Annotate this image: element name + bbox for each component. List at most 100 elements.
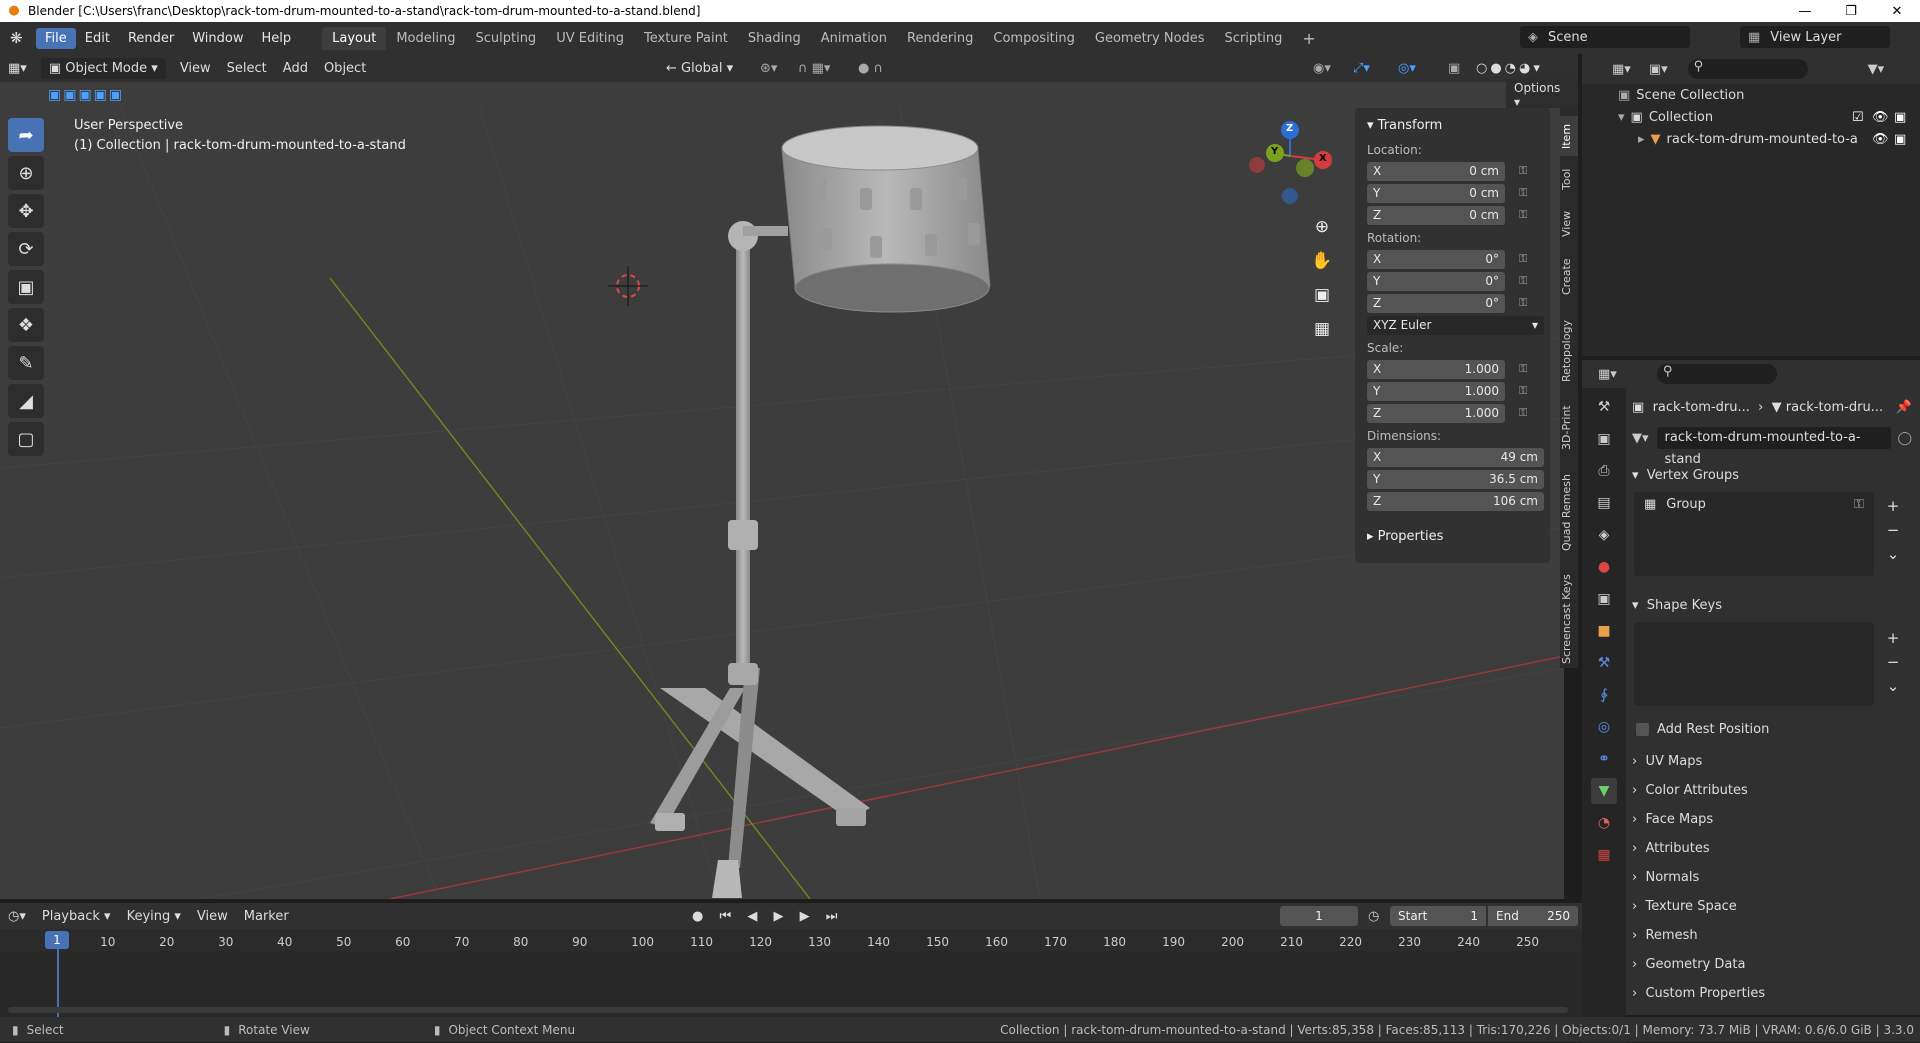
geometry-data-header[interactable]: › Geometry Data — [1632, 951, 1910, 977]
normals-header[interactable]: › Normals — [1632, 864, 1910, 890]
scene-tab-icon[interactable]: ◈ — [1591, 522, 1617, 548]
color-attributes-header[interactable]: › Color Attributes — [1632, 777, 1910, 803]
timeline-area[interactable]: 10 20 30 40 50 60 70 80 90 100 110 120 130 140 150 160 1… — [0, 929, 1582, 1017]
record-icon[interactable]: ● — [692, 909, 709, 924]
world-tab-icon[interactable]: ● — [1591, 554, 1617, 580]
scale-z-field[interactable]: Z 1.000 — [1367, 403, 1505, 423]
modifier-tab-icon[interactable]: ⚒ — [1591, 650, 1617, 676]
tab-uv-editing[interactable]: UV Editing — [546, 27, 634, 50]
lock-icon[interactable]: ⚿ — [1519, 252, 1533, 266]
zoom-icon[interactable]: ⊕ — [1308, 210, 1336, 244]
lock-icon[interactable]: ⚿ — [1519, 362, 1533, 376]
mode-dropdown[interactable]: ▣ Object Mode ▾ — [40, 57, 166, 79]
remove-shape-key-button[interactable]: − — [1882, 650, 1904, 674]
mesh-name-field[interactable]: rack-tom-drum-mounted-to-a-stand — [1656, 427, 1892, 467]
mesh-data-tab-icon[interactable]: ▼ — [1591, 778, 1617, 804]
next-keyframe-icon[interactable]: ▶ — [800, 909, 816, 924]
outliner-search-input[interactable]: ⚲ — [1687, 59, 1808, 79]
dimensions-y-field[interactable]: Y 36.5 cm — [1367, 469, 1544, 489]
render-tab-icon[interactable]: ▣ — [1591, 426, 1617, 452]
close-button[interactable]: ✕ — [1874, 0, 1920, 22]
outliner-row-scene-collection[interactable]: ▣ Scene Collection — [1582, 84, 1920, 106]
eye-icon[interactable]: 👁 — [1872, 132, 1889, 147]
rack-tom-drum-model[interactable] — [781, 125, 991, 313]
remove-vertex-group-button[interactable]: − — [1882, 518, 1904, 542]
3d-viewport[interactable]: Z X Y User Perspective (1) Collection | … — [0, 108, 1564, 899]
drum-stand-model[interactable] — [650, 221, 870, 898]
lock-icon[interactable]: ⚿ — [1519, 274, 1533, 288]
timeline-menu-playback[interactable]: Playback ▾ — [34, 906, 119, 927]
material-tab-icon[interactable]: ◔ — [1591, 810, 1617, 836]
options-dropdown[interactable]: Options ▾ — [1506, 79, 1578, 111]
particles-tab-icon[interactable]: ∲ — [1591, 682, 1617, 708]
checkbox-icon[interactable]: ☑ — [1852, 110, 1864, 125]
timeline-editor-icon[interactable]: ◷▾ — [0, 906, 34, 927]
expand-arrow-icon[interactable]: ▸ — [1638, 132, 1645, 147]
camera-view-icon[interactable]: ▣ — [1308, 278, 1336, 312]
viewport-menu-add[interactable]: Add — [275, 58, 316, 79]
lock-icon[interactable]: ⚿ — [1519, 296, 1533, 310]
transform-orientation-dropdown[interactable]: ← Global ▾ — [658, 58, 741, 79]
lock-icon[interactable]: ⚿ — [1519, 384, 1533, 398]
shape-keys-header[interactable]: ▾ Shape Keys — [1632, 592, 1910, 618]
start-frame-field[interactable]: Start 1 — [1390, 906, 1486, 926]
scale-y-field[interactable]: Y 1.000 — [1367, 381, 1505, 401]
select-box-tool-icon[interactable]: ➦ — [8, 118, 44, 152]
scale-x-field[interactable]: X 1.000 — [1367, 359, 1505, 379]
clock-icon[interactable]: ◷ — [1368, 909, 1379, 924]
properties-search-input[interactable]: ⚲ — [1656, 364, 1777, 384]
cursor-tool-icon[interactable]: ⊕ — [8, 156, 44, 190]
object-tab-icon[interactable]: ■ — [1591, 618, 1617, 644]
vertex-groups-header[interactable]: ▾ Vertex Groups — [1632, 462, 1910, 488]
tab-rendering[interactable]: Rendering — [897, 27, 983, 50]
view-layer-tab-icon[interactable]: ▤ — [1591, 490, 1617, 516]
remesh-header[interactable]: › Remesh — [1632, 922, 1910, 948]
location-y-field[interactable]: Y0 cm — [1367, 183, 1505, 203]
lock-icon[interactable]: ⚿ — [1519, 186, 1533, 200]
sidebar-tab-screencast-keys[interactable]: Screencast Keys — [1560, 570, 1578, 668]
sidebar-tab-create[interactable]: Create — [1560, 253, 1578, 301]
rotation-z-field[interactable]: Z 0° — [1367, 293, 1505, 313]
add-vertex-group-button[interactable]: + — [1882, 494, 1904, 518]
jump-end-icon[interactable]: ⏭ — [826, 909, 844, 924]
menu-file[interactable]: File — [36, 27, 76, 49]
fake-user-icon[interactable]: ◯ — [1897, 431, 1912, 446]
tab-compositing[interactable]: Compositing — [983, 27, 1085, 50]
rotation-mode-dropdown[interactable]: XYZ Euler ▾ — [1367, 315, 1544, 335]
properties-editor-icon[interactable]: ▦▾ — [1598, 367, 1617, 382]
filter-icon[interactable]: ▼▾ — [1868, 62, 1885, 77]
tab-sculpting[interactable]: Sculpting — [465, 27, 546, 50]
sidebar-tab-3d-print[interactable]: 3D-Print — [1560, 400, 1578, 456]
texture-tab-icon[interactable]: ▦ — [1591, 842, 1617, 868]
menu-render[interactable]: Render — [119, 28, 183, 49]
sidebar-tab-item[interactable]: Item — [1560, 116, 1578, 156]
current-frame-field[interactable]: 1 — [1280, 906, 1358, 926]
selection-mode-icons[interactable]: ▣▣▣▣▣ — [48, 87, 124, 103]
add-rest-position-checkbox[interactable]: Add Rest Position — [1636, 716, 1914, 742]
pin-icon[interactable]: 📌 — [1896, 400, 1912, 415]
sidebar-tab-view[interactable]: View — [1560, 206, 1578, 242]
overlay-toggle-icon[interactable]: ◎▾ — [1390, 58, 1424, 79]
add-shape-key-button[interactable]: + — [1882, 626, 1904, 650]
vertex-group-specials-button[interactable]: ⌄ — [1882, 542, 1904, 566]
menu-help[interactable]: Help — [253, 28, 301, 49]
move-tool-icon[interactable]: ✥ — [8, 194, 44, 228]
proportional-edit-icon[interactable]: ● ∩ — [850, 58, 891, 79]
eye-icon[interactable]: 👁 — [1872, 110, 1889, 125]
sidebar-tab-tool[interactable]: Tool — [1560, 162, 1578, 196]
tab-scripting[interactable]: Scripting — [1215, 27, 1293, 50]
annotate-tool-icon[interactable]: ✎ — [8, 346, 44, 380]
playhead-frame-badge[interactable]: 1 — [45, 931, 69, 949]
timeline-scrollbar[interactable] — [8, 1007, 1568, 1013]
play-icon[interactable]: ▶ — [773, 909, 789, 924]
constraints-tab-icon[interactable]: ⚭ — [1591, 746, 1617, 772]
rotation-x-field[interactable]: X 0° — [1367, 249, 1505, 269]
physics-tab-icon[interactable]: ◎ — [1591, 714, 1617, 740]
ortho-grid-icon[interactable]: ▦ — [1308, 312, 1336, 346]
transform-tool-icon[interactable]: ❖ — [8, 308, 44, 342]
add-cube-tool-icon[interactable]: ▢ — [8, 422, 44, 456]
lock-icon[interactable]: ⚿ — [1519, 164, 1533, 178]
display-mode-icon[interactable]: ▣▾ — [1649, 62, 1668, 77]
end-frame-field[interactable]: End 250 — [1488, 906, 1578, 926]
tab-texture-paint[interactable]: Texture Paint — [634, 27, 738, 50]
